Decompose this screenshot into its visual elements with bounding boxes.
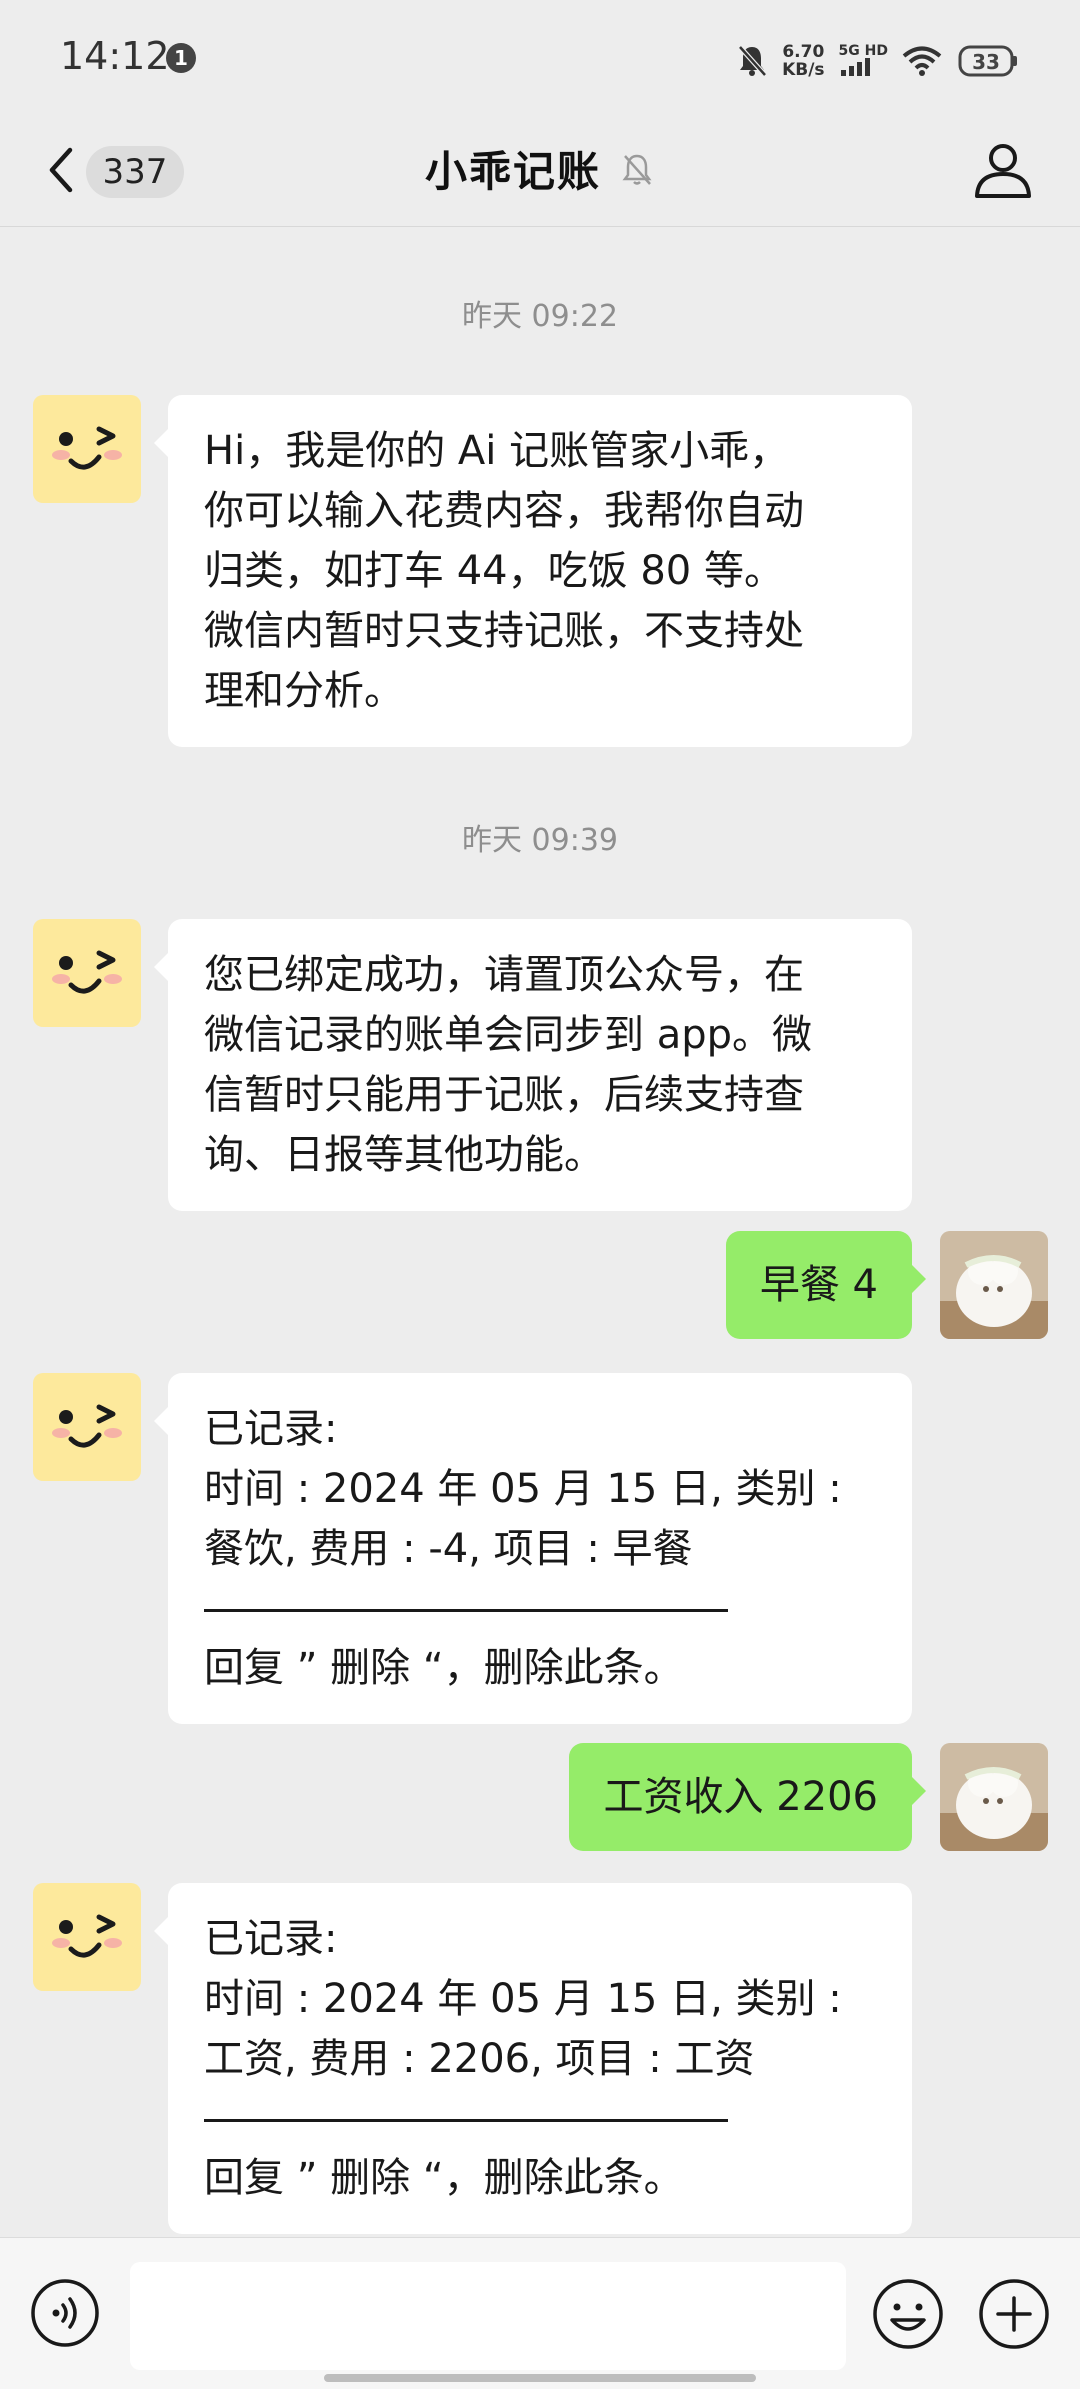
voice-button[interactable] <box>30 2278 100 2348</box>
bell-muted-status-icon <box>736 44 768 78</box>
status-time: 14:12 <box>60 34 170 78</box>
network-label: 5G HD <box>838 42 888 59</box>
message-line: 归类，如打车 44，吃饭 80 等。 <box>204 548 784 594</box>
net-speed-value: 6.70 <box>782 42 825 62</box>
bell-muted-icon <box>622 154 652 185</box>
plus-icon <box>979 2279 1049 2349</box>
incoming-message[interactable]: 已记录: 时间 : 2024 年 05 月 15 日, 类别 : 工资, 费用 … <box>154 1883 912 2234</box>
message-line: 您已绑定成功，请置顶公众号，在 <box>204 952 804 998</box>
incoming-message[interactable]: Hi，我是你的 Ai 记账管家小乖， 你可以输入花费内容，我帮你自动 归类，如打… <box>154 395 912 747</box>
person-icon <box>975 144 1031 198</box>
wifi-icon <box>902 45 942 77</box>
message-line: 时间 : 2024 年 05 月 15 日, 类别 : <box>204 1976 842 2022</box>
message-line: 回复 ” 删除 “，删除此条。 <box>204 1645 684 1691</box>
sheep-avatar-icon <box>940 1743 1048 1851</box>
signal-icon <box>840 57 870 76</box>
message-line: 时间 : 2024 年 05 月 15 日, 类别 : <box>204 1466 842 1512</box>
battery-icon: 33 <box>956 41 1020 81</box>
wink-face-icon <box>52 1914 122 1958</box>
message-line: 你可以输入花费内容，我帮你自动 <box>204 488 804 534</box>
emoji-button[interactable] <box>872 2278 944 2350</box>
status-icons: 6.70 KB/s 5G HD 33 <box>736 36 1020 86</box>
emoji-icon <box>873 2279 943 2349</box>
status-bar: 14:12 1 6.70 KB/s 5G HD 33 <box>0 0 1080 118</box>
message-line: 已记录: <box>204 1916 338 1962</box>
home-indicator[interactable] <box>324 2374 756 2382</box>
message-timestamp: 昨天 09:39 <box>462 823 618 858</box>
message-input[interactable] <box>130 2262 846 2370</box>
bot-avatar[interactable] <box>33 919 141 1027</box>
more-button[interactable] <box>978 2278 1050 2350</box>
message-line: 已记录: <box>204 1406 338 1452</box>
profile-button[interactable] <box>970 138 1036 204</box>
message-timestamp: 昨天 09:22 <box>462 299 618 334</box>
bot-avatar[interactable] <box>33 1373 141 1481</box>
outgoing-message[interactable]: 早餐 4 <box>725 1231 927 1339</box>
voice-icon <box>31 2279 99 2347</box>
net-speed-unit: KB/s <box>782 60 825 80</box>
message-line: Hi，我是你的 Ai 记账管家小乖， <box>204 428 790 474</box>
message-line: 回复 ” 删除 “，删除此条。 <box>204 2155 684 2201</box>
divider-line <box>204 1609 728 1612</box>
outgoing-message[interactable]: 工资收入 2206 <box>569 1743 926 1851</box>
page-title: 小乖记账 <box>424 147 601 196</box>
network-type: 5G HD <box>839 44 888 79</box>
chat-title-container: 小乖记账 <box>0 138 1080 199</box>
message-line: 理和分析。 <box>204 668 404 714</box>
chat-header: 337 小乖记账 <box>0 118 1080 227</box>
message-line: 工资, 费用 : 2206, 项目 : 工资 <box>204 2036 755 2082</box>
input-bar <box>0 2237 1080 2389</box>
bot-avatar[interactable] <box>33 395 141 503</box>
divider-line <box>204 2119 728 2122</box>
user-avatar[interactable] <box>940 1743 1048 1851</box>
message-list[interactable]: 昨天 09:22 Hi，我是你的 Ai 记账管家小乖， 你可以输入花费内容，我帮… <box>0 227 1080 2237</box>
wink-face-icon <box>52 426 122 470</box>
incoming-message[interactable]: 已记录: 时间 : 2024 年 05 月 15 日, 类别 : 餐饮, 费用 … <box>154 1373 912 1724</box>
message-line: 餐饮, 费用 : -4, 项目 : 早餐 <box>204 1526 693 1572</box>
user-avatar[interactable] <box>940 1231 1048 1339</box>
message-line: 微信记录的账单会同步到 app。微 <box>204 1012 813 1058</box>
sheep-avatar-icon <box>940 1231 1048 1339</box>
message-line: 信暂时只能用于记账，后续支持查 <box>204 1072 804 1118</box>
net-speed: 6.70 KB/s <box>782 43 824 79</box>
notification-count-badge: 1 <box>166 43 196 73</box>
wink-face-icon <box>52 950 122 994</box>
svg-text:33: 33 <box>972 50 1000 74</box>
bot-avatar[interactable] <box>33 1883 141 1991</box>
message-line: 微信内暂时只支持记账，不支持处 <box>204 608 804 654</box>
incoming-message[interactable]: 您已绑定成功，请置顶公众号，在 微信记录的账单会同步到 app。微 信暂时只能用… <box>154 919 912 1211</box>
message-line: 询、日报等其他功能。 <box>204 1132 604 1178</box>
wink-face-icon <box>52 1404 122 1448</box>
